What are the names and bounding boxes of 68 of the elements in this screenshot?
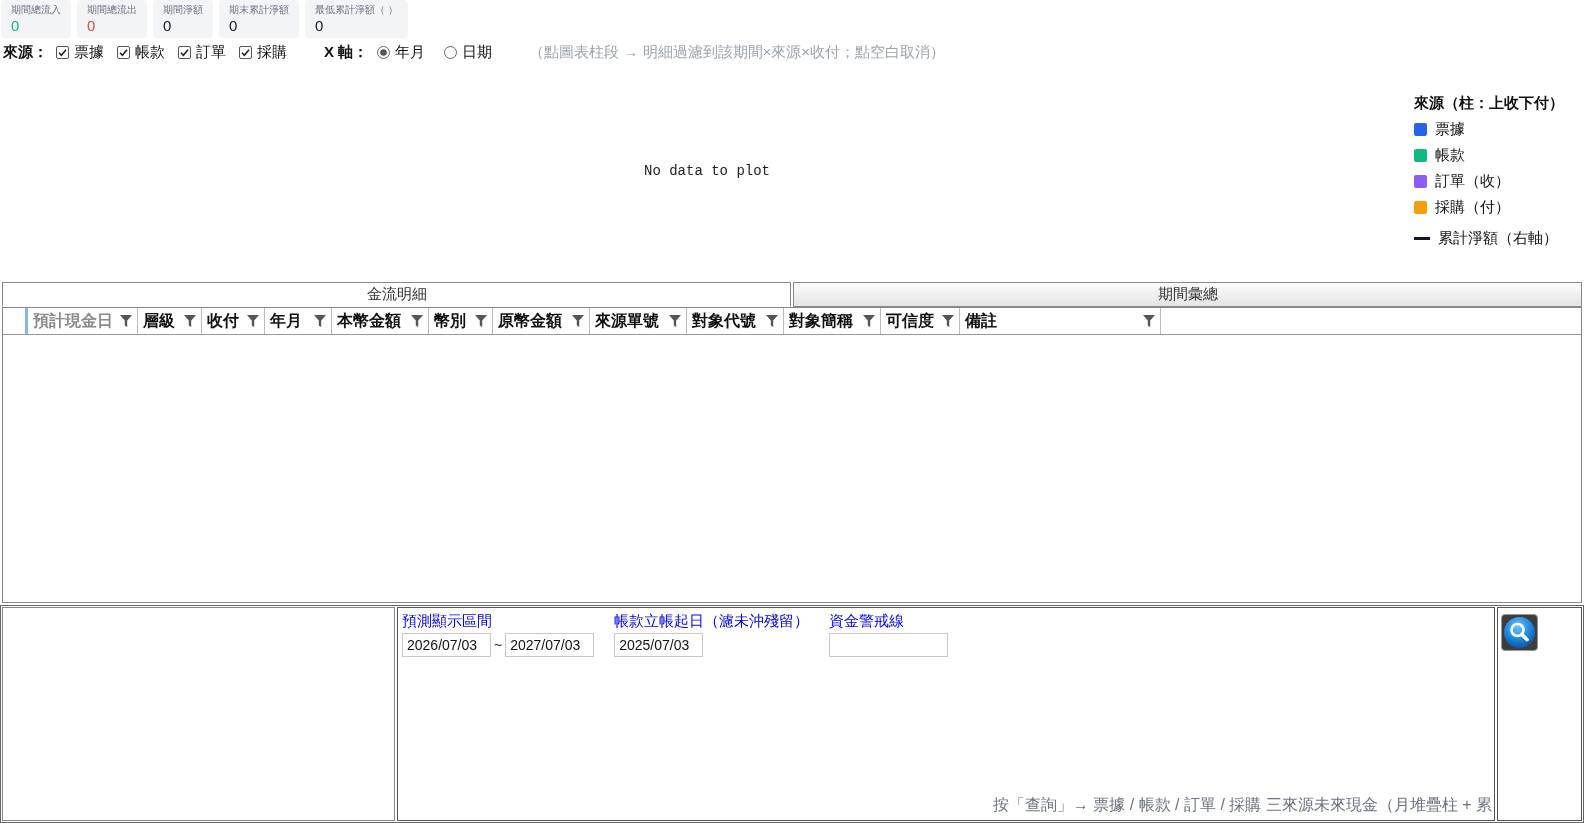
source-checkbox[interactable]: 帳款 xyxy=(117,42,165,62)
column-header[interactable]: 層級 xyxy=(138,308,202,334)
kpi-label: 期間總流入 xyxy=(11,3,61,17)
kpi-value: 0 xyxy=(315,17,325,35)
filter-icon[interactable] xyxy=(120,315,132,327)
filter-icon[interactable] xyxy=(247,315,259,327)
filter-icon[interactable] xyxy=(314,315,326,327)
tab[interactable]: 期間彙總 xyxy=(793,282,1582,307)
field-label: 帳款立帳起日（濾未沖殘留） xyxy=(614,611,810,631)
column-header[interactable]: 對象簡稱 xyxy=(784,308,881,334)
kpi-label: 最低累計淨額（ ） xyxy=(315,3,398,17)
query-note: 按「查詢」→ 票據 / 帳款 / 訂單 / 採購 三來源未來現金（月堆疊柱 + 累 xyxy=(992,795,1493,815)
field-label: 預測顯示區間 xyxy=(402,611,493,631)
filter-icon[interactable] xyxy=(184,315,196,327)
input-field[interactable] xyxy=(829,633,949,657)
range-separator: ~ xyxy=(494,637,503,653)
filter-icon[interactable] xyxy=(475,315,487,327)
search-icon xyxy=(1504,617,1535,648)
kpi-value: 0 xyxy=(229,17,239,35)
filter-icon[interactable] xyxy=(942,315,954,327)
filter-icon[interactable] xyxy=(572,315,584,327)
source-checkbox[interactable]: 採購 xyxy=(239,42,287,62)
kpi-value: 0 xyxy=(11,17,21,35)
filter-icon[interactable] xyxy=(863,315,875,327)
column-header[interactable]: 可信度 xyxy=(881,308,960,334)
radio-icon[interactable] xyxy=(377,45,391,59)
legend-title: 來源（柱：上收下付） xyxy=(1414,93,1564,113)
checkbox-icon[interactable] xyxy=(178,45,191,59)
kpi-label: 期末累計淨額 xyxy=(229,3,289,17)
search-button[interactable] xyxy=(1501,614,1538,651)
chart-hint: （點圖表柱段 → 明細過濾到該期間×來源×收付；點空白取消） xyxy=(529,42,946,62)
filter-icon[interactable] xyxy=(766,315,778,327)
column-header[interactable]: 收付 xyxy=(202,308,265,334)
legend-label: 帳款 xyxy=(1435,145,1465,165)
column-header[interactable]: 幣別 xyxy=(429,308,493,334)
sources-label: 來源： xyxy=(3,42,48,62)
field-label: 資金警戒線 xyxy=(829,611,906,631)
legend-label: 訂單（收） xyxy=(1435,171,1510,191)
checkbox-icon[interactable] xyxy=(56,45,69,59)
x-axis-radio[interactable]: 年月 xyxy=(377,42,426,62)
x-axis-label: X 軸： xyxy=(324,42,369,62)
source-checkbox[interactable]: 訂單 xyxy=(178,42,226,62)
legend-label: 累計淨額（右軸） xyxy=(1438,228,1558,248)
column-header[interactable]: 備註 xyxy=(960,308,1161,334)
no-data-message: No data to plot xyxy=(644,163,770,179)
column-header[interactable]: 來源單號 xyxy=(590,308,687,334)
date-field[interactable]: 2026/07/03 xyxy=(402,633,491,657)
filter-icon[interactable] xyxy=(1143,315,1155,327)
tab[interactable]: 金流明細 xyxy=(2,282,791,307)
column-header[interactable]: 年月 xyxy=(265,308,332,334)
filter-icon[interactable] xyxy=(669,315,681,327)
radio-icon[interactable] xyxy=(444,45,458,59)
x-axis-radio[interactable]: 日期 xyxy=(444,42,493,62)
checkbox-icon[interactable] xyxy=(239,45,252,59)
column-header[interactable]: 原幣金額 xyxy=(493,308,590,334)
filter-icon[interactable] xyxy=(411,315,423,327)
kpi-value: 0 xyxy=(87,17,97,35)
legend-label: 票據 xyxy=(1435,119,1465,139)
column-header[interactable]: 對象代號 xyxy=(687,308,784,334)
source-checkbox[interactable]: 票據 xyxy=(56,42,104,62)
column-header[interactable]: 本幣金額 xyxy=(332,308,429,334)
kpi-label: 期間淨額 xyxy=(163,3,203,17)
date-field[interactable]: 2025/07/03 xyxy=(614,633,704,657)
kpi-value: 0 xyxy=(163,17,173,35)
checkbox-icon[interactable] xyxy=(117,45,130,59)
date-field[interactable]: 2027/07/03 xyxy=(505,633,595,657)
legend-label: 採購（付） xyxy=(1435,197,1510,217)
kpi-label: 期間總流出 xyxy=(87,3,137,17)
